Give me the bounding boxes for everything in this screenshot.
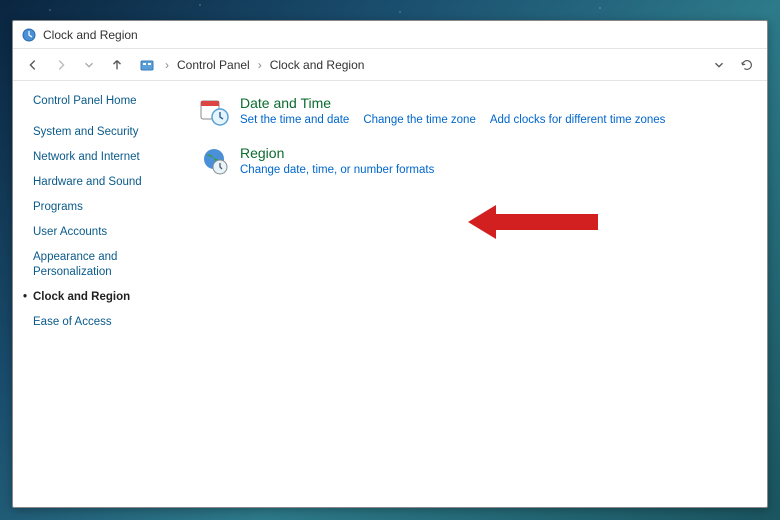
red-arrow-annotation	[468, 203, 598, 246]
up-button[interactable]	[105, 53, 129, 77]
window-title: Clock and Region	[43, 28, 138, 42]
breadcrumb: › Control Panel › Clock and Region	[139, 56, 703, 74]
recent-locations-button[interactable]	[77, 53, 101, 77]
link-add-clocks[interactable]: Add clocks for different time zones	[490, 114, 666, 126]
date-time-icon	[198, 95, 230, 127]
sidebar-item-clock-region[interactable]: Clock and Region	[33, 290, 178, 305]
forward-button[interactable]	[49, 53, 73, 77]
sidebar-item-programs[interactable]: Programs	[33, 200, 178, 215]
refresh-button[interactable]	[735, 53, 759, 77]
sidebar-control-panel-home[interactable]: Control Panel Home	[33, 95, 178, 107]
sidebar: Control Panel Home System and Security N…	[13, 81, 188, 507]
link-change-formats[interactable]: Change date, time, or number formats	[240, 164, 434, 176]
control-panel-icon	[139, 57, 155, 73]
breadcrumb-control-panel[interactable]: Control Panel	[173, 56, 254, 74]
content-area: Control Panel Home System and Security N…	[13, 81, 767, 507]
sidebar-item-hardware-sound[interactable]: Hardware and Sound	[33, 175, 178, 190]
sidebar-item-system-security[interactable]: System and Security	[33, 125, 178, 140]
breadcrumb-clock-and-region[interactable]: Clock and Region	[266, 56, 369, 74]
sidebar-item-ease-of-access[interactable]: Ease of Access	[33, 315, 178, 330]
main-panel: Date and Time Set the time and date Chan…	[188, 81, 767, 507]
category-title-region[interactable]: Region	[240, 145, 757, 161]
sidebar-item-network-internet[interactable]: Network and Internet	[33, 150, 178, 165]
clock-region-icon	[21, 27, 37, 43]
titlebar: Clock and Region	[13, 21, 767, 49]
category-date-and-time: Date and Time Set the time and date Chan…	[198, 95, 757, 127]
chevron-right-icon: ›	[165, 58, 169, 72]
back-button[interactable]	[21, 53, 45, 77]
chevron-right-icon: ›	[258, 58, 262, 72]
toolbar: › Control Panel › Clock and Region	[13, 49, 767, 81]
sidebar-item-appearance-personalization[interactable]: Appearance and Personalization	[33, 250, 178, 280]
category-title-date-time[interactable]: Date and Time	[240, 95, 757, 111]
control-panel-window: Clock and Region › Control Panel › Clock…	[12, 20, 768, 508]
region-icon	[198, 145, 230, 177]
link-set-time-date[interactable]: Set the time and date	[240, 114, 349, 126]
category-region: Region Change date, time, or number form…	[198, 145, 757, 177]
link-change-time-zone[interactable]: Change the time zone	[363, 114, 476, 126]
sidebar-item-user-accounts[interactable]: User Accounts	[33, 225, 178, 240]
previous-locations-button[interactable]	[707, 53, 731, 77]
